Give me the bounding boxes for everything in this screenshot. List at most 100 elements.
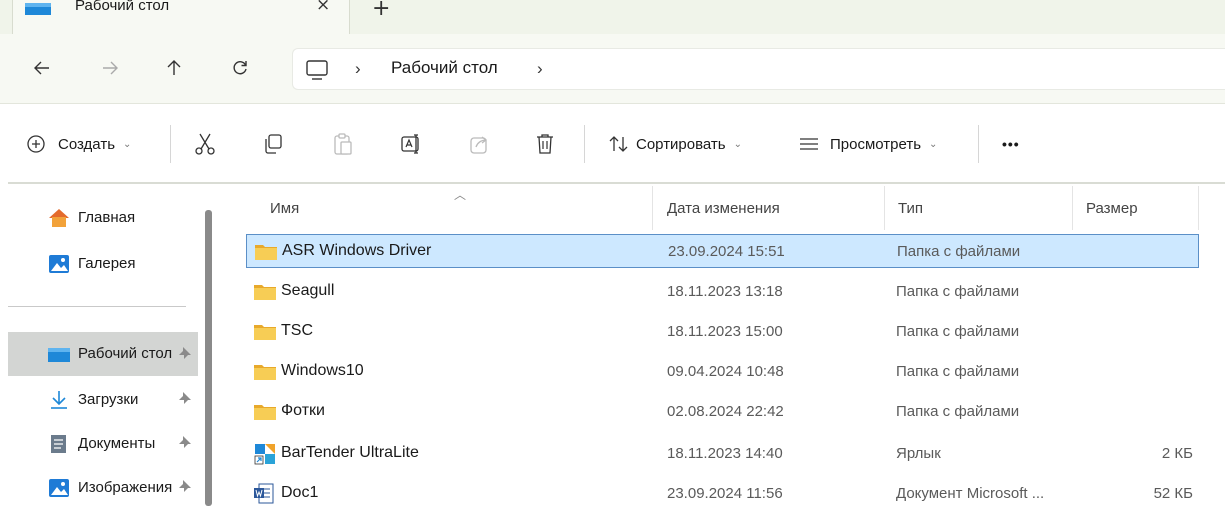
- create-button[interactable]: Создать ⌄: [26, 127, 131, 161]
- back-button[interactable]: [28, 54, 56, 82]
- copy-icon: [265, 134, 282, 154]
- view-button[interactable]: Просмотреть ⌄: [798, 127, 937, 161]
- sidebar-item-label: Главная: [78, 209, 136, 226]
- navigation-pane: Главная Галерея Рабочий стол Загрузки До…: [0, 186, 215, 506]
- command-bar: Создать ⌄ Сортировать ⌄ Просмотреть ⌄ ••…: [0, 105, 1225, 184]
- address-bar[interactable]: › Рабочий стол ›: [292, 48, 1225, 90]
- close-tab-icon[interactable]: ×: [316, 0, 330, 15]
- desktop-folder-icon: [48, 348, 70, 362]
- refresh-button[interactable]: [226, 54, 254, 82]
- scissors-icon: [195, 133, 215, 155]
- rename-icon: [401, 134, 419, 154]
- sort-label: Сортировать: [636, 135, 726, 153]
- pin-icon[interactable]: [178, 435, 192, 449]
- file-name: Doc1: [281, 484, 319, 501]
- column-headers: Имя Дата изменения Тип Размер: [228, 186, 1225, 230]
- up-button[interactable]: [160, 54, 188, 82]
- column-divider[interactable]: [1198, 186, 1199, 230]
- file-type: Папка с файлами: [897, 243, 1021, 260]
- file-date: 23.09.2024 15:51: [668, 243, 785, 260]
- create-label: Создать: [58, 135, 116, 153]
- more-options-button[interactable]: •••: [1002, 127, 1020, 161]
- sort-button[interactable]: Сортировать ⌄: [608, 127, 742, 161]
- file-row-fotki[interactable]: Фотки 02.08.2024 22:42 Папка с файлами: [246, 395, 1199, 429]
- breadcrumb-desktop[interactable]: Рабочий стол: [391, 58, 498, 78]
- file-size: 2 КБ: [1161, 445, 1193, 462]
- sidebar-item-gallery[interactable]: Галерея: [8, 244, 198, 284]
- desktop-folder-icon: [25, 3, 51, 15]
- file-row-doc1[interactable]: Doc1 23.09.2024 11:56 Документ Microsoft…: [246, 477, 1199, 506]
- arrow-up-icon: [167, 60, 181, 75]
- command-bar-divider: [8, 182, 1225, 184]
- column-header-name[interactable]: Имя: [270, 200, 299, 217]
- file-name: Seagull: [281, 282, 335, 299]
- sidebar-item-documents[interactable]: Документы: [8, 424, 198, 464]
- tab-strip: Рабочий стол × +: [0, 0, 1225, 34]
- paste-button[interactable]: [332, 127, 354, 161]
- folder-icon: [254, 405, 276, 420]
- forward-button[interactable]: [96, 54, 124, 82]
- file-type: Папка с файлами: [896, 323, 1020, 340]
- sidebar-item-pictures[interactable]: Изображения: [8, 468, 198, 506]
- download-icon: [51, 391, 67, 409]
- sort-icon: [609, 136, 628, 152]
- pin-icon[interactable]: [178, 346, 192, 360]
- sidebar-item-downloads[interactable]: Загрузки: [8, 380, 198, 420]
- file-row-bartender-ultralite[interactable]: BarTender UltraLite 18.11.2023 14:40 Ярл…: [246, 437, 1199, 471]
- column-header-type[interactable]: Тип: [898, 200, 923, 217]
- sidebar-item-home[interactable]: Главная: [8, 198, 198, 238]
- copy-button[interactable]: [262, 127, 284, 161]
- breadcrumb-separator[interactable]: ›: [355, 59, 361, 79]
- file-type: Документ Microsoft ...: [896, 485, 1045, 502]
- divider: [170, 125, 171, 163]
- file-row-seagull[interactable]: Seagull 18.11.2023 13:18 Папка с файлами: [246, 275, 1199, 309]
- pin-icon[interactable]: [178, 391, 192, 405]
- word-document-icon: [254, 483, 274, 504]
- tab-desktop[interactable]: Рабочий стол ×: [12, 0, 350, 34]
- pin-icon[interactable]: [178, 479, 192, 493]
- column-divider[interactable]: [884, 186, 885, 230]
- bartender-shortcut-icon: [254, 444, 275, 465]
- trash-icon: [537, 134, 553, 154]
- file-row-asr-windows-driver[interactable]: ASR Windows Driver 23.09.2024 15:51 Папк…: [246, 234, 1199, 268]
- chevron-down-icon: ⌄: [123, 138, 132, 150]
- file-date: 09.04.2024 10:48: [667, 363, 784, 380]
- sidebar-item-label: Документы: [78, 435, 156, 452]
- navigation-bar: › Рабочий стол ›: [0, 34, 1225, 104]
- sidebar-item-label: Рабочий стол: [78, 345, 173, 362]
- column-divider[interactable]: [1072, 186, 1073, 230]
- file-size: 52 КБ: [1153, 485, 1193, 502]
- arrow-right-icon: [103, 61, 118, 75]
- gallery-icon: [49, 255, 69, 273]
- column-header-date[interactable]: Дата изменения: [667, 200, 780, 217]
- file-row-tsc[interactable]: TSC 18.11.2023 15:00 Папка с файлами: [246, 315, 1199, 349]
- folder-icon: [255, 245, 277, 260]
- file-name: Windows10: [281, 362, 364, 379]
- file-date: 18.11.2023 13:18: [667, 283, 783, 300]
- file-date: 18.11.2023 15:00: [667, 323, 783, 340]
- rename-button[interactable]: [400, 127, 424, 161]
- file-list: ︿ Имя Дата изменения Тип Размер ASR Wind…: [228, 186, 1225, 506]
- file-name: BarTender UltraLite: [281, 444, 419, 461]
- file-date: 18.11.2023 14:40: [667, 445, 783, 462]
- new-tab-button[interactable]: +: [372, 0, 390, 21]
- file-name: TSC: [281, 322, 313, 339]
- column-divider[interactable]: [652, 186, 653, 230]
- file-row-windows10[interactable]: Windows10 09.04.2024 10:48 Папка с файла…: [246, 355, 1199, 389]
- breadcrumb-separator-end[interactable]: ›: [537, 59, 543, 79]
- more-icon: •••: [1002, 136, 1020, 152]
- file-type: Папка с файлами: [896, 403, 1020, 420]
- column-header-size[interactable]: Размер: [1086, 200, 1138, 217]
- sidebar-item-desktop[interactable]: Рабочий стол: [8, 332, 198, 376]
- delete-button[interactable]: [534, 127, 556, 161]
- sidebar-scrollbar[interactable]: [205, 210, 212, 506]
- divider: [978, 125, 979, 163]
- plus-circle-icon: [27, 135, 45, 153]
- view-list-icon: [800, 138, 818, 150]
- sidebar-item-label: Галерея: [78, 255, 136, 272]
- folder-icon: [254, 285, 276, 300]
- cut-button[interactable]: [194, 127, 216, 161]
- sidebar-divider: [8, 306, 186, 307]
- share-button[interactable]: [468, 127, 490, 161]
- file-type: Папка с файлами: [896, 363, 1020, 380]
